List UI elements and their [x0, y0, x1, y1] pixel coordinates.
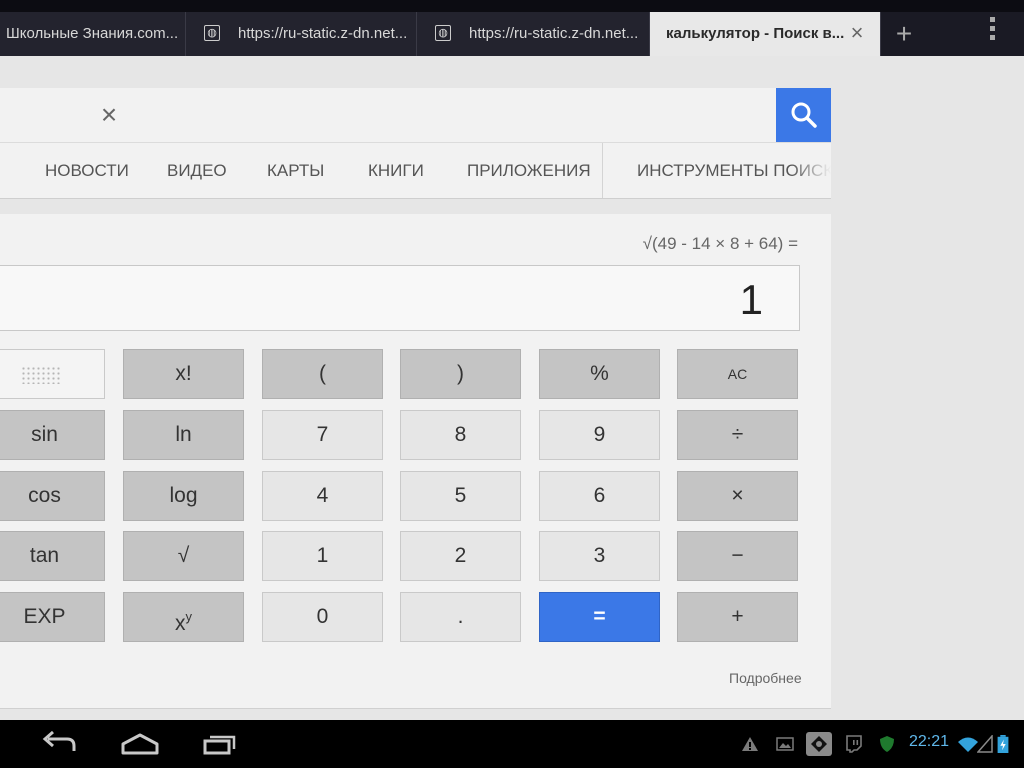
keypad-toggle-button[interactable] — [0, 349, 105, 399]
power-exponent: y — [185, 609, 193, 624]
equals-button[interactable]: = — [539, 592, 660, 642]
nav-apps[interactable]: ПРИЛОЖЕНИЯ — [467, 143, 591, 198]
ln-button[interactable]: ln — [123, 410, 244, 460]
calculator-expression: √(49 - 14 × 8 + 64) = — [642, 234, 798, 253]
all-clear-button[interactable]: AC — [677, 349, 798, 399]
percent-button[interactable]: % — [539, 349, 660, 399]
tan-button[interactable]: tan — [0, 531, 105, 581]
tab-label: калькулятор - Поиск в... — [666, 25, 845, 42]
system-navigation-bar: 22:21 — [0, 720, 1024, 768]
digit-1-button[interactable]: 1 — [262, 531, 383, 581]
search-icon — [791, 102, 817, 128]
overflow-menu-icon[interactable] — [982, 14, 1002, 44]
nav-divider — [602, 143, 603, 198]
digit-3-button[interactable]: 3 — [539, 531, 660, 581]
sin-button[interactable]: sin — [0, 410, 105, 460]
tab-ru-static-1[interactable]: ◍ https://ru-static.z-dn.net... — [186, 12, 417, 56]
tab-label: https://ru-static.z-dn.net... — [469, 25, 639, 42]
digit-9-button[interactable]: 9 — [539, 410, 660, 460]
browser-tab-bar: Школьные Знания.com... ◍ https://ru-stat… — [0, 0, 1024, 56]
digit-7-button[interactable]: 7 — [262, 410, 383, 460]
factorial-button[interactable]: x! — [123, 349, 244, 399]
nav-books[interactable]: КНИГИ — [368, 143, 424, 198]
log-button[interactable]: log — [123, 471, 244, 521]
add-button[interactable]: + — [677, 592, 798, 642]
warning-icon[interactable] — [741, 735, 759, 753]
cos-button[interactable]: cos — [0, 471, 105, 521]
decimal-point-button[interactable]: . — [400, 592, 521, 642]
close-tab-icon[interactable]: × — [848, 22, 866, 44]
digit-0-button[interactable]: 0 — [262, 592, 383, 642]
globe-icon: ◍ — [435, 25, 451, 41]
nav-video[interactable]: ВИДЕО — [167, 143, 227, 198]
signal-icon — [977, 735, 993, 753]
subtract-button[interactable]: − — [677, 531, 798, 581]
tab-kalkulyator-active[interactable]: калькулятор - Поиск в... × — [650, 12, 881, 56]
keypad-grid-icon — [21, 366, 61, 384]
calculator-display: 1 — [0, 265, 800, 331]
tab-label: Школьные Знания.com... — [6, 25, 179, 42]
status-clock: 22:21 — [909, 733, 950, 750]
digit-2-button[interactable]: 2 — [400, 531, 521, 581]
calculator-result: 1 — [739, 276, 763, 323]
nav-fade — [791, 143, 831, 198]
divide-button[interactable]: ÷ — [677, 410, 798, 460]
sqrt-button[interactable]: √ — [123, 531, 244, 581]
gallery-icon[interactable] — [776, 735, 794, 753]
wifi-icon[interactable] — [957, 735, 979, 753]
nav-maps[interactable]: КАРТЫ — [267, 143, 324, 198]
globe-icon: ◍ — [204, 25, 220, 41]
search-button[interactable] — [776, 88, 831, 142]
calculator-card: √(49 - 14 × 8 + 64) = 1 x! ( ) % AC sin … — [0, 214, 831, 709]
app-notification-icon[interactable] — [806, 732, 832, 756]
clear-search-icon[interactable]: × — [96, 100, 122, 130]
new-tab-icon[interactable]: + — [886, 12, 922, 56]
multiply-button[interactable]: × — [677, 471, 798, 521]
back-icon[interactable] — [38, 720, 82, 768]
tab-ru-static-2[interactable]: ◍ https://ru-static.z-dn.net... — [417, 12, 650, 56]
tab-label: https://ru-static.z-dn.net... — [238, 25, 408, 42]
tab-shkolnye-znaniya[interactable]: Школьные Знания.com... — [0, 12, 186, 56]
recent-apps-icon[interactable] — [198, 720, 242, 768]
twitch-icon[interactable] — [845, 735, 863, 753]
home-icon[interactable] — [118, 720, 162, 768]
exp-button[interactable]: EXP — [0, 592, 105, 642]
nav-news[interactable]: НОВОСТИ — [45, 143, 129, 198]
security-shield-icon[interactable] — [878, 735, 896, 753]
power-base: x — [175, 612, 186, 635]
power-button[interactable]: xy — [123, 592, 244, 642]
digit-6-button[interactable]: 6 — [539, 471, 660, 521]
digit-5-button[interactable]: 5 — [400, 471, 521, 521]
search-nav-bar: НОВОСТИ ВИДЕО КАРТЫ КНИГИ ПРИЛОЖЕНИЯ ИНС… — [0, 143, 831, 199]
right-paren-button[interactable]: ) — [400, 349, 521, 399]
battery-charging-icon — [997, 735, 1009, 753]
digit-8-button[interactable]: 8 — [400, 410, 521, 460]
left-paren-button[interactable]: ( — [262, 349, 383, 399]
more-info-link[interactable]: Подробнее — [729, 670, 802, 686]
digit-4-button[interactable]: 4 — [262, 471, 383, 521]
search-box[interactable]: × — [0, 88, 831, 143]
